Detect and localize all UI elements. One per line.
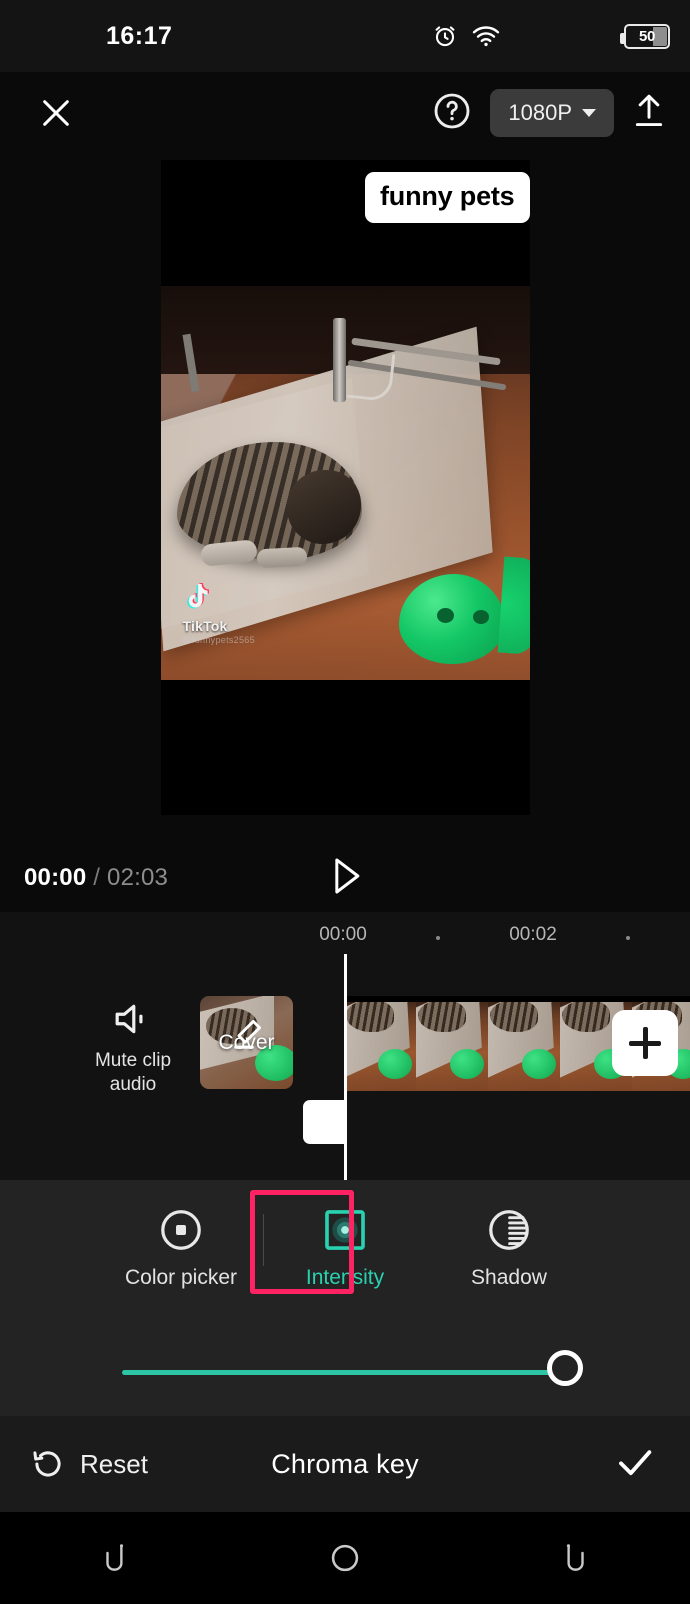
video-preview-area[interactable]: TikTok @funnypets2565 funny pets [0, 154, 690, 844]
playback-bar: 00:00 / 02:03 [0, 844, 690, 912]
chair-leg-center [332, 318, 346, 402]
upload-icon [635, 94, 663, 126]
reset-button[interactable]: Reset [30, 1446, 148, 1482]
tool-color-picker[interactable]: Color picker [100, 1206, 263, 1290]
cat-paw-rear [256, 546, 307, 569]
current-time: 00:00 [24, 864, 87, 891]
recents-button[interactable] [55, 1528, 175, 1588]
status-icon-group [432, 0, 500, 72]
slider-handle[interactable] [547, 1350, 583, 1386]
close-icon [43, 100, 69, 126]
export-button[interactable] [632, 93, 666, 134]
letterbox-bottom [160, 680, 530, 815]
tool-intensity[interactable]: Intensity [249, 1190, 427, 1294]
chroma-key-panel: Color picker Intensity Shadow [0, 1180, 690, 1416]
tiktok-note-icon [186, 583, 209, 609]
video-canvas[interactable]: TikTok @funnypets2565 funny pets [160, 160, 530, 815]
ruler-tick-dot [436, 936, 440, 940]
resolution-selector[interactable]: 1080P [490, 89, 614, 137]
mute-clip-audio-button[interactable]: Mute clip audio [62, 1000, 204, 1097]
status-bar-right: 50 [620, 0, 670, 72]
play-icon [335, 857, 360, 894]
toolbar-right-group: 1080P [432, 72, 666, 154]
ruler-tick-dot [626, 936, 630, 940]
letterbox-mid [160, 248, 530, 286]
battery-icon: 50 [620, 23, 670, 49]
clip-handle-left[interactable] [303, 1100, 345, 1144]
filmstrip-frame [416, 996, 488, 1091]
color-picker-icon [100, 1206, 263, 1254]
reset-icon [33, 1451, 61, 1477]
back-icon [566, 1544, 584, 1571]
toy-hole-left [436, 608, 454, 623]
shadow-icon [428, 1206, 591, 1254]
help-button[interactable] [432, 91, 472, 136]
help-circle-icon [434, 93, 470, 128]
filmstrip-frame [488, 1100, 560, 1148]
tool-shadow[interactable]: Shadow [428, 1206, 591, 1290]
speaker-icon [115, 1004, 143, 1034]
resolution-label: 1080P [508, 100, 572, 125]
play-button[interactable] [330, 857, 364, 900]
tiktok-brand-label: TikTok [182, 618, 228, 634]
close-button[interactable] [30, 87, 82, 139]
filmstrip-frame [344, 1100, 416, 1148]
text-overlay-caption[interactable]: funny pets [364, 172, 530, 223]
check-icon [619, 1449, 652, 1475]
editor-toolbar: 1080P [0, 72, 690, 154]
tool-label: Shadow [471, 1266, 547, 1289]
filmstrip-frame [344, 996, 416, 1091]
tiktok-watermark: TikTok @funnypets2565 [183, 581, 279, 645]
video-frame: TikTok @funnypets2565 [160, 256, 530, 680]
status-clock: 16:17 [106, 21, 173, 50]
cover-button[interactable]: Cover [200, 996, 293, 1089]
panel-action-bar: Reset Chroma key [0, 1416, 690, 1512]
intensity-slider[interactable] [0, 1342, 690, 1402]
cat-head [286, 470, 361, 544]
time-separator: / [93, 864, 101, 891]
mute-label-line1: Mute clip [94, 1050, 172, 1071]
timeline-ruler: 00:00 00:02 [0, 912, 690, 960]
chevron-down-icon [582, 109, 596, 117]
ruler-label: 00:00 [319, 924, 367, 945]
back-button[interactable] [515, 1528, 635, 1588]
reset-label: Reset [80, 1448, 148, 1479]
pencil-edit-icon [234, 1019, 262, 1049]
chroma-tool-list: Color picker Intensity Shadow [0, 1180, 690, 1294]
home-button[interactable] [285, 1528, 405, 1588]
toy-hole-right [472, 610, 489, 624]
filmstrip-frame [416, 1100, 488, 1148]
android-nav-bar [0, 1512, 690, 1604]
filmstrip-frame [560, 1100, 632, 1148]
add-clip-button[interactable] [612, 1010, 678, 1076]
alarm-icon [435, 26, 455, 47]
total-time: 02:03 [107, 864, 169, 891]
confirm-button[interactable] [614, 1441, 656, 1488]
slider-fill [122, 1370, 566, 1375]
tool-label: Color picker [124, 1266, 238, 1289]
app-root: 16:17 50 1080P TikTok @funnypets2565 fun… [0, 0, 690, 1604]
wifi-icon [472, 26, 500, 47]
recents-icon [106, 1544, 124, 1571]
mute-label-line2: audio [109, 1074, 157, 1095]
secondary-filmstrip[interactable] [344, 1100, 690, 1148]
time-readout: 00:00 / 02:03 [24, 864, 168, 892]
filmstrip-frame [632, 1100, 690, 1148]
ruler-label: 00:02 [509, 924, 557, 945]
playhead[interactable] [344, 954, 347, 1180]
home-circle-icon [331, 1544, 359, 1572]
tiktok-user-label: @funnypets2565 [182, 635, 255, 645]
status-bar: 16:17 50 [0, 0, 690, 72]
battery-fill [653, 26, 667, 46]
timeline[interactable]: 00:00 00:02 Mute clip audio Cover [0, 912, 690, 1180]
filmstrip-frame [488, 996, 560, 1091]
selection-highlight-box [249, 1190, 354, 1294]
battery-level: 50 [638, 27, 656, 45]
